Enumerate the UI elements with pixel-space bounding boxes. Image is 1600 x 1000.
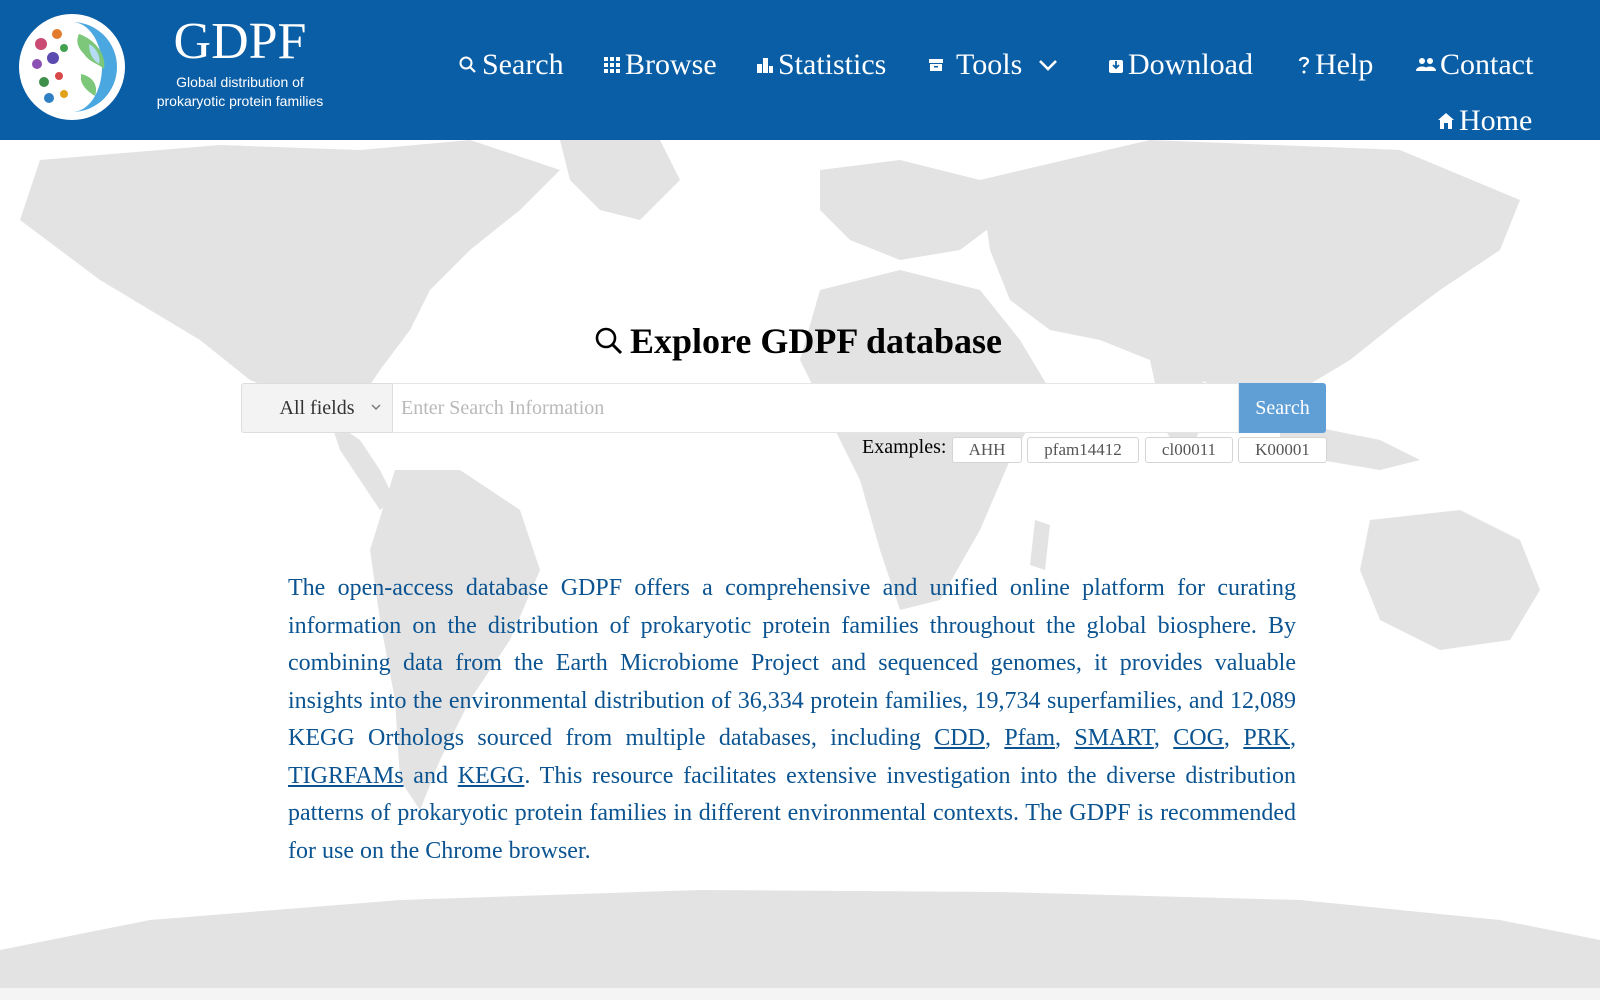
nav-browse[interactable]: Browse <box>603 45 717 85</box>
link-pfam[interactable]: Pfam <box>1004 725 1055 751</box>
nav-download-label: Download <box>1128 48 1253 81</box>
example-chip-ahh[interactable]: AHH <box>952 437 1022 463</box>
bar-chart-icon <box>756 56 774 74</box>
footer-divider <box>0 988 1600 1000</box>
grid-icon <box>603 56 621 74</box>
search-input[interactable] <box>393 383 1239 433</box>
nav-statistics-label: Statistics <box>778 48 887 81</box>
chevron-down-icon <box>371 404 381 410</box>
search-bar: All fields Search <box>241 383 1326 433</box>
brand-subtitle-line1: Global distribution of <box>176 74 304 90</box>
description-separator: and <box>403 762 458 789</box>
magnifier-icon <box>595 327 623 355</box>
examples-label: Examples: <box>862 436 947 458</box>
example-chip-cl00011[interactable]: cl00011 <box>1145 437 1233 463</box>
question-icon <box>1297 55 1311 75</box>
link-cog[interactable]: COG <box>1173 725 1224 751</box>
search-field-select-value: All fields <box>279 396 355 419</box>
nav-home[interactable]: Home <box>1437 101 1532 141</box>
description-separator: , <box>984 725 1005 751</box>
archive-box-icon <box>928 57 944 73</box>
nav-contact[interactable]: Contact <box>1416 45 1533 85</box>
description-separator: , <box>1223 725 1244 751</box>
nav-search-label: Search <box>482 48 564 81</box>
nav-browse-label: Browse <box>625 48 717 81</box>
link-cdd[interactable]: CDD <box>934 725 985 751</box>
search-button[interactable]: Search <box>1239 383 1326 433</box>
description-separator: , <box>1055 725 1075 751</box>
link-kegg[interactable]: KEGG <box>458 763 525 789</box>
chevron-down-icon <box>1038 58 1058 72</box>
brand-subtitle-line2: prokaryotic protein families <box>156 93 324 109</box>
nav-help-label: Help <box>1315 48 1374 81</box>
download-icon <box>1108 56 1124 74</box>
link-prk[interactable]: PRK <box>1243 725 1290 751</box>
explore-heading-text: Explore GDPF database <box>630 321 1003 361</box>
magnifier-icon <box>458 55 478 75</box>
description-separator: , <box>1153 725 1174 751</box>
top-navbar: GDPF Global distribution of prokaryotic … <box>0 0 1600 140</box>
nav-download[interactable]: Download <box>1108 45 1253 85</box>
database-description: The open-access database GDPF offers a c… <box>288 570 1296 870</box>
description-separator: , <box>1290 725 1296 751</box>
search-field-select[interactable]: All fields <box>241 383 393 433</box>
people-icon <box>1416 57 1436 73</box>
nav-search[interactable]: Search <box>458 45 564 85</box>
house-icon <box>1437 112 1455 130</box>
nav-tools-label: Tools <box>956 48 1023 81</box>
explore-heading: Explore GDPF database <box>594 316 1002 366</box>
example-chip-pfam14412[interactable]: pfam14412 <box>1027 437 1139 463</box>
example-chip-k00001[interactable]: K00001 <box>1238 437 1327 463</box>
nav-help[interactable]: Help <box>1297 45 1373 85</box>
nav-tools-dropdown[interactable]: Tools <box>928 45 1062 85</box>
brand-title: GDPF <box>173 13 307 70</box>
link-smart[interactable]: SMART <box>1074 725 1153 751</box>
nav-home-label: Home <box>1459 104 1533 137</box>
link-tigrfams[interactable]: TIGRFAMs <box>288 763 404 789</box>
microbe-globe-logo-icon <box>22 17 122 117</box>
brand-subtitle: Global distribution of prokaryotic prote… <box>145 73 335 111</box>
nav-statistics[interactable]: Statistics <box>756 45 886 85</box>
nav-contact-label: Contact <box>1440 48 1534 81</box>
logo-image[interactable] <box>19 14 125 120</box>
